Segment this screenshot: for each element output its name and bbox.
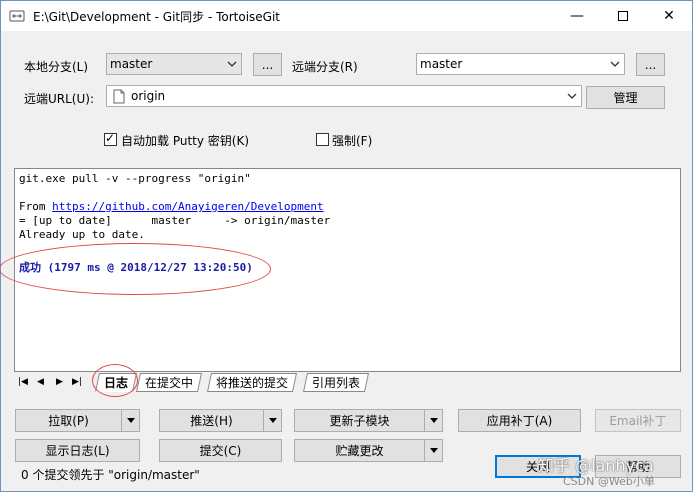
remote-branch-label: 远端分支(R) [292,60,358,74]
pull-button[interactable]: 拉取(P) [15,409,140,432]
tab-in-commits[interactable]: 在提交中 [135,373,203,392]
status-text: 0 个提交领先于 "origin/master" [21,468,200,482]
remote-url-select[interactable]: origin [106,85,582,107]
tortoisegit-sync-window: E:\Git\Development - Git同步 - TortoiseGit… [0,0,693,492]
force-label[interactable]: 强制(F) [332,132,372,149]
stash-dropdown-arrow[interactable] [424,440,442,461]
update-submodules-label: 更新子模块 [329,414,390,428]
caret-down-icon [268,418,277,423]
show-log-button[interactable]: 显示日志(L) [15,439,140,462]
pull-button-label: 拉取(P) [48,414,89,428]
remote-branch-value: master [420,57,463,71]
local-branch-label: 本地分支(L) [24,60,89,74]
tab-in-commits-label: 在提交中 [145,376,194,390]
log-line: git.exe pull -v --progress "origin" [19,172,251,185]
annotation-ellipse-success [0,243,271,295]
close-window-button[interactable]: ✕ [646,1,692,31]
tab-nav-last-icon[interactable]: ▶| [72,377,82,387]
remote-branch-select[interactable]: master [416,53,625,75]
close-icon: ✕ [663,8,675,24]
annotation-ellipse-log-tab [92,364,138,397]
remote-url-link[interactable]: https://github.com/Anayigeren/Developmen… [52,200,324,213]
log-line: = [up to date] master -> origin/master [19,214,331,227]
tab-commits-to-push[interactable]: 将推送的提交 [206,373,298,392]
caret-down-icon [126,418,135,423]
document-icon [113,89,125,104]
update-submodules-dropdown-arrow[interactable] [424,410,442,431]
chevron-down-icon [227,61,237,67]
autoload-putty-checkbox[interactable]: ✓ [104,131,117,146]
tab-nav-first-icon[interactable]: |◀ [18,377,28,387]
minimize-button[interactable]: — [554,1,600,31]
log-line-from: From https://github.com/Anayigeren/Devel… [19,200,680,214]
window-title: E:\Git\Development - Git同步 - TortoiseGit [33,10,281,24]
chevron-down-icon [567,93,577,99]
force-checkbox[interactable] [316,133,329,146]
remote-url-label: 远端URL(U): [24,92,94,106]
log-from-prefix: From [19,200,53,213]
push-button-label: 推送(H) [190,414,233,428]
local-branch-select[interactable]: master [106,53,242,75]
local-branch-value: master [110,57,153,71]
stash-button-label: 贮藏更改 [335,444,384,458]
minimize-icon: — [570,8,584,24]
tab-ref-list[interactable]: 引用列表 [302,373,370,392]
email-patch-button: Email补丁 [595,409,681,432]
check-icon: ✓ [105,131,116,145]
manage-button[interactable]: 管理 [586,86,665,109]
browse-remote-branch-button[interactable]: ... [636,53,665,76]
log-line: Already up to date. [19,228,145,241]
tab-nav-next-icon[interactable]: ▶ [56,377,63,387]
caret-down-icon [429,418,438,423]
browse-local-branch-button[interactable]: ... [253,53,282,76]
apply-patch-button[interactable]: 应用补丁(A) [458,409,581,432]
tab-nav-prev-icon[interactable]: ◀ [37,377,44,387]
maximize-icon [618,11,628,21]
tortoisegit-app-icon [9,10,25,22]
remote-url-value: origin [131,89,166,103]
autoload-putty-label[interactable]: 自动加载 Putty 密钥(K) [121,132,249,149]
tab-ref-list-label: 引用列表 [312,376,361,390]
push-button[interactable]: 推送(H) [159,409,282,432]
title-bar: E:\Git\Development - Git同步 - TortoiseGit… [1,1,692,31]
tab-commits-to-push-label: 将推送的提交 [216,376,289,390]
stash-button[interactable]: 贮藏更改 [294,439,443,462]
caret-down-icon [429,448,438,453]
watermark-csdn: CSDN @Web小单 [563,475,655,488]
chevron-down-icon [610,61,620,67]
maximize-button[interactable] [600,1,646,31]
update-submodules-button[interactable]: 更新子模块 [294,409,443,432]
pull-dropdown-arrow[interactable] [121,410,139,431]
commit-button[interactable]: 提交(C) [159,439,282,462]
push-dropdown-arrow[interactable] [263,410,281,431]
